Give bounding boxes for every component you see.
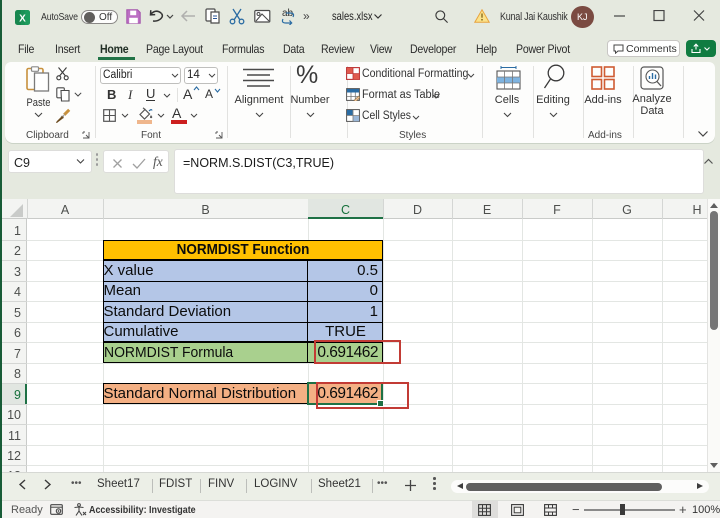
svg-text:X: X [19, 13, 26, 24]
